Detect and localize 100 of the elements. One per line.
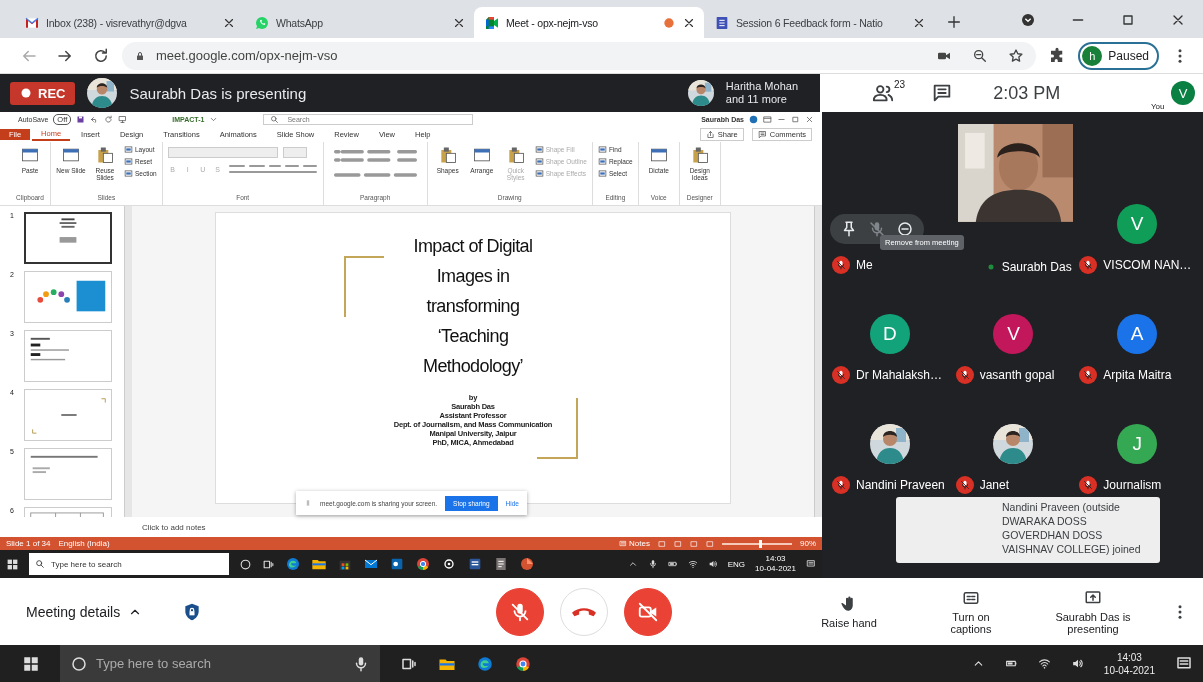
maximize-icon[interactable] — [791, 114, 800, 124]
avatar: h — [1082, 45, 1103, 66]
browser-tab[interactable]: WhatsApp — [244, 7, 474, 38]
hang-up-button[interactable] — [560, 587, 608, 636]
browser-tab[interactable]: Session 6 Feedback form - Natio — [704, 7, 934, 38]
ribbon-display-icon[interactable] — [763, 114, 772, 124]
participant-name: Dr Mahalaksh… — [856, 368, 943, 382]
word-icon[interactable] — [467, 556, 483, 572]
font-field[interactable] — [167, 146, 278, 158]
ribbon-button-icon — [95, 145, 115, 165]
slide-title: Impact of Digital Images in transforming ‘Teaching Methodology’ — [412, 235, 534, 378]
avatar: V — [993, 314, 1034, 354]
participant-name: Arpita Maitra — [1103, 368, 1172, 382]
chrome-icon[interactable] — [514, 654, 532, 673]
font-tools-icon — [227, 164, 318, 174]
mute-icon[interactable] — [868, 220, 886, 238]
microphone-icon[interactable] — [647, 559, 658, 569]
people-icon[interactable] — [872, 82, 894, 104]
zoom-slider[interactable] — [722, 542, 792, 545]
wifi-icon[interactable] — [1037, 657, 1051, 670]
settings-icon[interactable] — [441, 556, 457, 572]
battery-icon[interactable] — [667, 559, 678, 569]
presenter-text: Saurabh Das is presenting — [129, 84, 307, 102]
speaker-icon[interactable] — [1070, 657, 1084, 670]
maximize-icon[interactable] — [1120, 12, 1136, 28]
zoom-icon — [972, 47, 989, 64]
search-icon — [270, 114, 280, 124]
windows-icon[interactable] — [6, 557, 19, 571]
powerpoint-icon[interactable] — [519, 556, 535, 572]
camera-button[interactable] — [624, 587, 672, 636]
microphone-button[interactable] — [496, 587, 544, 636]
avatar: V — [1171, 81, 1195, 105]
notes-button[interactable]: Notes — [619, 539, 650, 548]
plus-icon[interactable] — [946, 14, 962, 30]
search-field[interactable]: Type here to search — [60, 645, 380, 682]
address-field[interactable]: meet.google.com/opx-nejm-vso — [122, 41, 1037, 70]
language-indicator[interactable]: ENG — [727, 559, 746, 569]
browser-tab[interactable]: Inbox (238) - visrevathyr@dgva — [14, 7, 244, 38]
participant-count: 23 — [894, 79, 906, 90]
caret-icon[interactable] — [627, 559, 638, 569]
save-icon[interactable] — [76, 114, 86, 124]
clock-text: 14:03 — [1116, 650, 1142, 664]
wifi-icon[interactable] — [687, 559, 698, 569]
small-button-icon — [534, 145, 544, 154]
date-text: 10-04-2021 — [755, 564, 796, 574]
recording-badge: REC — [10, 81, 76, 105]
slider-thumb[interactable] — [759, 539, 763, 548]
size-field[interactable] — [282, 146, 307, 158]
drag-handle-icon — [304, 498, 312, 508]
avatar: D — [869, 314, 910, 354]
profile-button[interactable]: h Paused — [1078, 41, 1159, 70]
remove-icon[interactable] — [896, 220, 914, 238]
notification-icon[interactable] — [806, 559, 816, 569]
slide-thumbnail[interactable] — [24, 212, 112, 264]
tab-search-icon[interactable] — [1020, 12, 1036, 28]
clock-text: 14:03 — [765, 554, 786, 564]
avatar: A — [1117, 314, 1158, 354]
notification-text: Nandini Praveen (outside DWARAKA DOSS GOVERDHAN DOSS VAISHNAV COLLEGE) joined — [1002, 500, 1142, 557]
search-icon — [35, 559, 45, 569]
edge-icon[interactable] — [285, 556, 301, 572]
small-button-icon — [597, 145, 607, 154]
language-text: English (India) — [58, 539, 110, 548]
speaker-icon[interactable] — [707, 559, 718, 569]
reload-icon[interactable] — [92, 46, 110, 65]
video-camera-icon — [484, 14, 500, 31]
date-text: 10-04-2021 — [1103, 663, 1155, 677]
outlook-icon[interactable] — [389, 556, 405, 572]
action-button[interactable]: Turn on captions — [921, 588, 1021, 635]
small-button-icon — [124, 145, 133, 154]
chrome-icon[interactable] — [415, 556, 431, 572]
lock-icon — [134, 49, 146, 62]
star-icon[interactable] — [1008, 47, 1025, 64]
notepad-icon[interactable] — [493, 556, 509, 572]
action-button[interactable]: Raise hand — [799, 594, 899, 629]
zoom-level: 90% — [800, 539, 816, 548]
participant-name: Saurabh Das — [1001, 260, 1072, 274]
cortana-icon[interactable] — [239, 557, 252, 571]
scrollbar[interactable] — [814, 206, 822, 517]
participant-text: and 11 more — [725, 93, 788, 106]
windows-icon[interactable] — [22, 654, 40, 673]
small-button-icon — [124, 157, 133, 166]
participant-name: Janet — [979, 478, 1009, 492]
meeting-details-button[interactable]: Meeting details — [26, 603, 143, 620]
small-button-icon — [534, 157, 544, 166]
action-button[interactable]: Saurabh Das is presenting — [1043, 588, 1143, 635]
redo-icon[interactable] — [104, 114, 114, 124]
edge-icon[interactable] — [476, 654, 494, 673]
avatar-icon — [749, 114, 758, 124]
participant-name: Nandini Praveen — [856, 478, 945, 492]
search-field[interactable]: Type here to search — [29, 553, 229, 575]
comment-icon — [757, 129, 767, 139]
small-button-icon — [124, 169, 133, 178]
scrollbar[interactable] — [124, 206, 132, 517]
participant-name: VISCOM NAN… — [1103, 258, 1192, 272]
present-icon[interactable] — [118, 114, 128, 124]
browser-tab[interactable]: Meet - opx-nejm-vso — [474, 7, 704, 38]
participant-name: Me — [856, 258, 873, 272]
small-button-icon — [597, 169, 607, 178]
chat-bubble-icon — [254, 14, 270, 31]
participant-text: Haritha Mohan — [725, 80, 798, 93]
